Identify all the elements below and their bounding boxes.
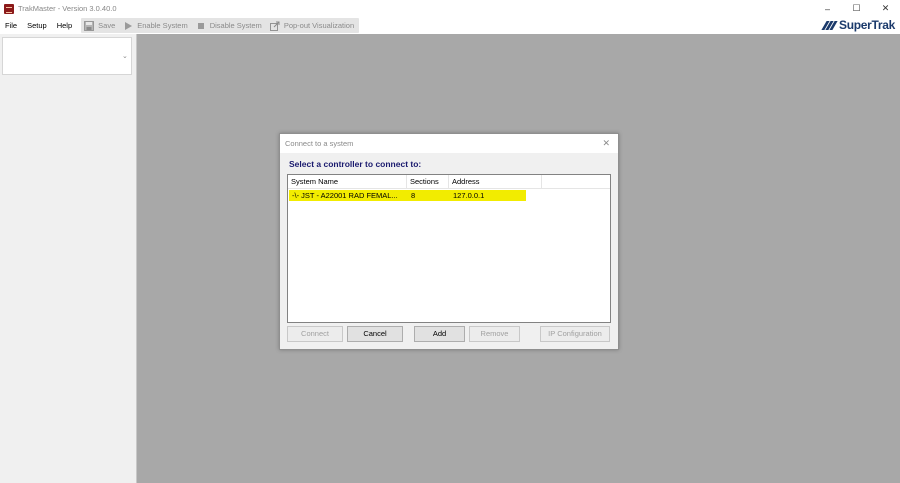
dialog-close-icon[interactable]: ✕ [602,138,610,149]
enable-system-button[interactable]: Enable System [120,18,192,33]
play-icon [125,21,133,30]
window-controls: – ☐ ✕ [813,0,900,17]
ip-configuration-button[interactable]: IP Configuration [540,326,610,342]
row-system-name: -\- JST - A22001 RAD FEMAL... [292,191,398,200]
save-icon [84,20,95,31]
system-combo-box[interactable]: ⌄ [2,37,132,75]
save-button[interactable]: Save [81,18,120,33]
controller-list[interactable]: System Name Sections Address -\- JST - A… [287,174,611,323]
remove-button[interactable]: Remove [469,326,520,342]
menu-file[interactable]: File [0,17,22,34]
minimize-button[interactable]: – [813,0,842,17]
stop-icon [197,22,204,29]
column-system-name[interactable]: System Name [288,175,407,189]
column-sections[interactable]: Sections [407,175,449,189]
list-header: System Name Sections Address [288,175,610,189]
disable-system-button[interactable]: Disable System [193,18,267,33]
chevron-down-icon[interactable]: ⌄ [122,52,128,60]
menu-help[interactable]: Help [52,17,77,34]
connect-button[interactable]: Connect [287,326,343,342]
column-address[interactable]: Address [449,175,542,189]
list-item[interactable]: -\- JST - A22001 RAD FEMAL... 8 127.0.0.… [289,190,526,201]
toolbar: Save Enable System Disable System Pop-ou… [81,18,360,33]
sidebar: ⌄ [0,34,137,483]
window-title: TrakMaster - Version 3.0.40.0 [18,4,117,13]
save-label: Save [98,21,116,30]
dialog-prompt: Select a controller to connect to: [289,159,422,169]
menu-setup[interactable]: Setup [22,17,52,34]
menu-bar: File Setup Help Save Enable System Disab… [0,17,900,34]
enable-system-label: Enable System [137,21,188,30]
popout-visualization-button[interactable]: Pop-out Visualization [267,18,359,33]
dialog-button-row: Connect Cancel Add Remove IP Configurati… [287,326,611,342]
row-address: 127.0.0.1 [453,191,485,200]
row-sections: 8 [411,191,416,200]
title-bar: TrakMaster - Version 3.0.40.0 – ☐ ✕ [0,0,900,17]
app-icon [4,3,14,14]
supertrak-logo: SuperTrak [821,18,895,32]
close-button[interactable]: ✕ [871,0,900,17]
dialog-title: Connect to a system [285,139,354,148]
popout-icon [269,21,280,31]
disable-system-label: Disable System [209,21,262,30]
brand-name: SuperTrak [839,18,895,32]
connect-dialog: Connect to a system ✕ Select a controlle… [279,133,619,350]
popout-label: Pop-out Visualization [283,21,355,30]
supertrak-mark-icon [821,20,838,30]
add-button[interactable]: Add [414,326,465,342]
cancel-button[interactable]: Cancel [347,326,403,342]
dialog-title-bar: Connect to a system ✕ [280,134,618,153]
maximize-button[interactable]: ☐ [842,0,871,17]
